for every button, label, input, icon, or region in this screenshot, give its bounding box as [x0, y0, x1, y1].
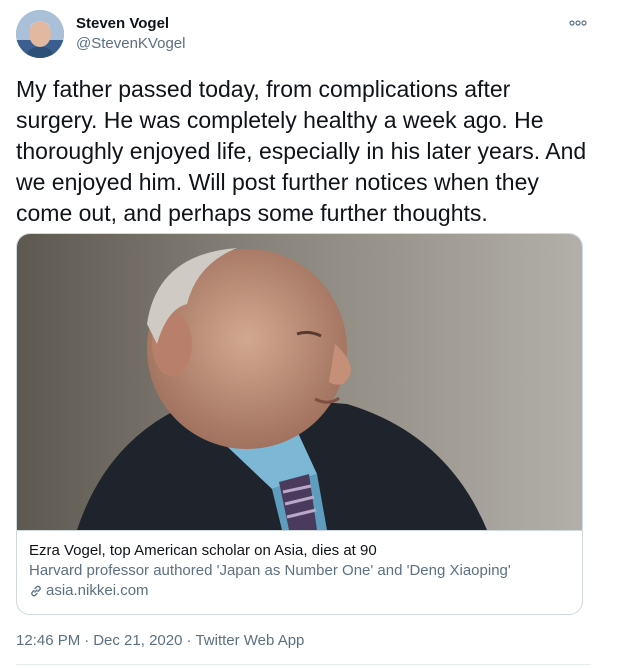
card-image: [17, 234, 582, 530]
link-card[interactable]: Ezra Vogel, top American scholar on Asia…: [16, 233, 583, 615]
tweet-time[interactable]: 12:46 PM: [16, 631, 80, 651]
divider: [16, 664, 591, 665]
meta-separator: ·: [84, 632, 90, 649]
tweet-date[interactable]: Dec 21, 2020: [93, 631, 182, 651]
author-display-name[interactable]: Steven Vogel: [76, 14, 185, 34]
author-names: Steven Vogel @StevenKVogel: [76, 14, 185, 54]
author-handle[interactable]: @StevenKVogel: [76, 34, 185, 54]
tweet-source[interactable]: Twitter Web App: [195, 631, 304, 651]
meta-separator: ·: [186, 632, 192, 649]
more-horizontal-icon: [569, 20, 587, 26]
link-icon: [31, 585, 41, 597]
tweet-text: My father passed today, from complicatio…: [16, 76, 587, 226]
card-description: Harvard professor authored 'Japan as Num…: [29, 562, 511, 579]
tweet: Steven Vogel @StevenKVogel My father pas…: [0, 0, 623, 668]
card-domain: asia.nikkei.com: [46, 582, 149, 599]
avatar[interactable]: [16, 10, 64, 58]
card-domain-row: asia.nikkei.com: [29, 581, 570, 601]
card-body: Ezra Vogel, top American scholar on Asia…: [17, 530, 582, 614]
user-avatar-icon: [16, 10, 64, 58]
more-options-button[interactable]: [565, 10, 591, 36]
tweet-header: Steven Vogel @StevenKVogel: [16, 10, 591, 58]
tweet-meta: 12:46 PM · Dec 21, 2020 · Twitter Web Ap…: [16, 631, 304, 651]
card-title: Ezra Vogel, top American scholar on Asia…: [29, 542, 377, 559]
